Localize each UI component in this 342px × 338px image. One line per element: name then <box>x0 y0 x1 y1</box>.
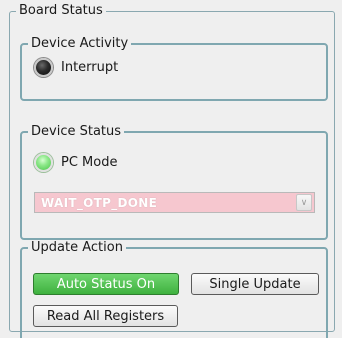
device-state-value: WAIT_OTP_DONE <box>41 195 158 210</box>
device-status-title: Device Status <box>31 124 122 139</box>
pc-mode-label: PC Mode <box>61 155 118 170</box>
pc-mode-led-icon <box>34 153 53 172</box>
device-state-dropdown[interactable]: WAIT_OTP_DONE ∨ <box>34 192 315 213</box>
device-status-group: Device Status PC Mode WAIT_OTP_DONE ∨ <box>20 124 328 240</box>
read-all-registers-button[interactable]: Read All Registers <box>33 305 178 327</box>
single-update-button[interactable]: Single Update <box>191 273 319 295</box>
chevron-down-icon[interactable]: ∨ <box>296 194 312 211</box>
pc-mode-indicator-row: PC Mode <box>34 153 117 172</box>
interrupt-label: Interrupt <box>61 60 119 75</box>
board-status-panel: Board Status Device Activity Interrupt D… <box>0 0 342 338</box>
auto-status-button[interactable]: Auto Status On <box>33 273 179 295</box>
device-activity-group: Device Activity Interrupt <box>20 36 328 101</box>
interrupt-led-icon <box>34 58 53 77</box>
device-activity-title: Device Activity <box>31 36 129 51</box>
board-status-title: Board Status <box>19 3 103 18</box>
update-action-group: Update Action Auto Status On Single Upda… <box>20 240 328 338</box>
board-status-group: Board Status Device Activity Interrupt D… <box>9 3 335 338</box>
update-action-title: Update Action <box>31 240 123 255</box>
interrupt-indicator-row: Interrupt <box>34 58 118 77</box>
